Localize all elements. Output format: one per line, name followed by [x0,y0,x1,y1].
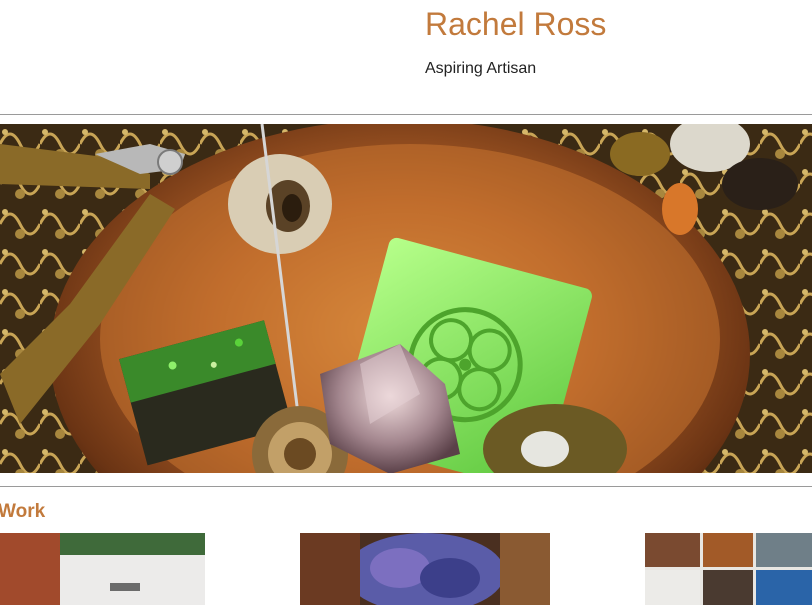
hero-image [0,124,812,473]
work-section-heading: Work [0,501,46,522]
site-tagline: Aspiring Artisan [425,60,537,77]
site-title[interactable]: Rachel Ross [425,6,606,43]
work-thumbnail-1[interactable] [0,533,205,605]
hero-image-illustration [0,124,812,473]
work-thumbnail-3[interactable] [645,533,812,605]
hero-divider [0,486,812,487]
header-divider [0,114,812,115]
work-thumbnail-2[interactable] [300,533,550,605]
page: Rachel Ross Aspiring Artisan Work [0,0,812,605]
